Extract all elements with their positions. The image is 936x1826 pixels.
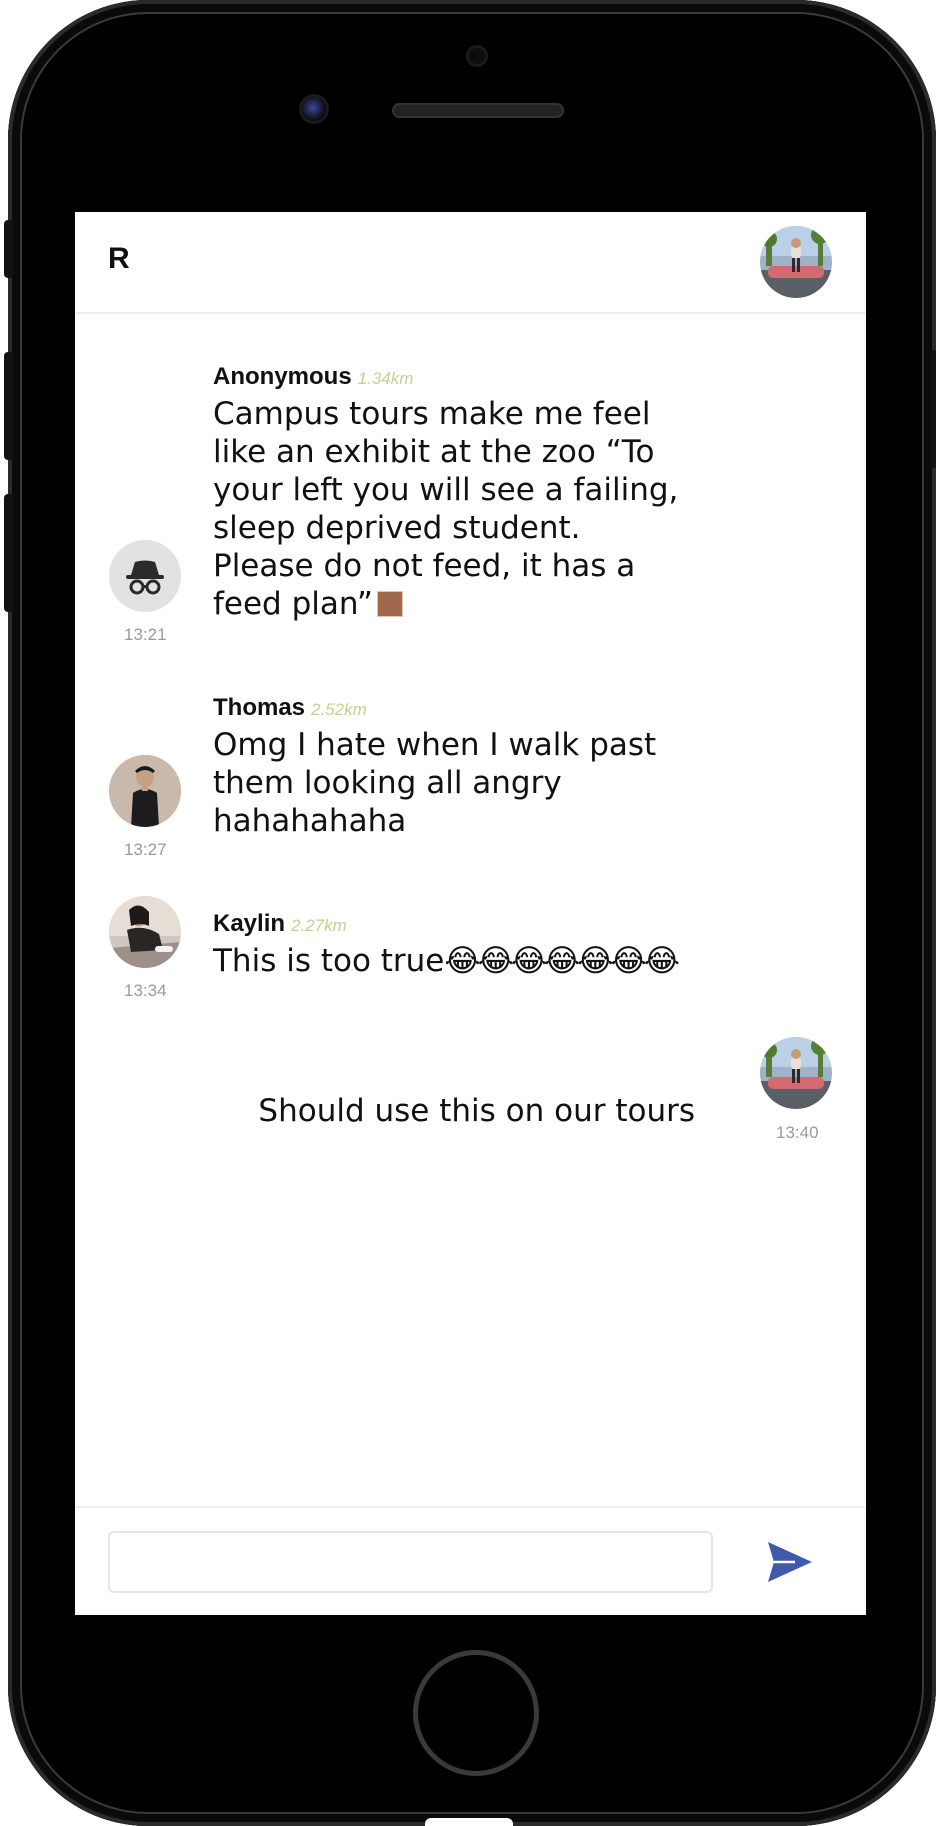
power-button bbox=[930, 350, 936, 468]
send-button[interactable] bbox=[765, 1538, 815, 1586]
message-distance: 2.52km bbox=[311, 700, 367, 719]
message-text: Should use this on our tours bbox=[258, 1093, 695, 1129]
profile-avatar[interactable] bbox=[760, 226, 832, 298]
message-time: 13:27 bbox=[124, 840, 167, 859]
thomas-avatar[interactable] bbox=[109, 755, 181, 827]
proximity-sensor bbox=[466, 45, 488, 67]
message-thomas: Thomas 2.52km Omg I hate when I walk past… bbox=[213, 694, 683, 840]
message-distance: 2.27km bbox=[291, 916, 347, 935]
laughing-emojis: 😂😂😂😂😂😂😂 bbox=[444, 943, 680, 979]
message-text: This is too true😂😂😂😂😂😂😂 bbox=[213, 943, 680, 979]
kaylin-avatar[interactable] bbox=[109, 896, 181, 968]
volume-up-button bbox=[4, 352, 14, 460]
front-camera bbox=[302, 97, 326, 121]
message-text: Campus tours make me feel like an exhibi… bbox=[213, 396, 679, 622]
message-composer bbox=[75, 1506, 866, 1615]
message-distance: 1.34km bbox=[357, 369, 414, 388]
brown-square-emoji bbox=[376, 591, 403, 617]
incognito-avatar[interactable] bbox=[109, 540, 181, 612]
chat-screen: R 13:21 Anonymous 1.34km Campus tours ma… bbox=[75, 212, 866, 1615]
mute-switch bbox=[4, 220, 14, 278]
message-text: Omg I hate when I walk past them looking… bbox=[213, 727, 657, 839]
message-author: Anonymous bbox=[213, 363, 352, 390]
chat-header: R bbox=[75, 212, 866, 314]
message-own: Should use this on our tours bbox=[255, 1088, 695, 1130]
incognito-icon bbox=[109, 540, 181, 612]
message-kaylin: Kaylin 2.27km This is too true😂😂😂😂😂😂😂 bbox=[213, 910, 773, 980]
chat-title: R bbox=[108, 242, 130, 275]
bottom-notch bbox=[425, 1818, 513, 1826]
message-author: Thomas bbox=[213, 694, 306, 721]
earpiece-speaker bbox=[392, 103, 564, 118]
message-anonymous: Anonymous 1.34km Campus tours make me fee… bbox=[213, 363, 683, 623]
send-icon bbox=[768, 1542, 812, 1582]
home-button[interactable] bbox=[413, 1650, 539, 1776]
message-time: 13:40 bbox=[776, 1123, 819, 1142]
self-avatar[interactable] bbox=[760, 1037, 832, 1109]
volume-down-button bbox=[4, 494, 14, 612]
message-time: 13:21 bbox=[124, 625, 167, 644]
message-time: 13:34 bbox=[124, 981, 167, 1000]
message-input[interactable] bbox=[108, 1531, 713, 1593]
message-author: Kaylin bbox=[213, 910, 286, 937]
